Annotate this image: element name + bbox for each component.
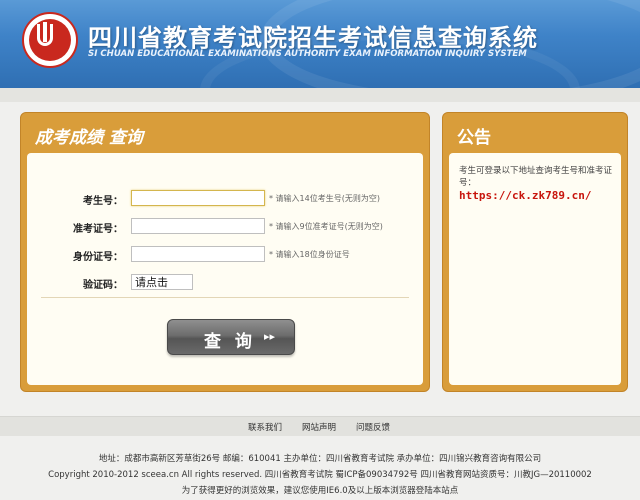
captcha-field[interactable]: 请点击 (131, 274, 193, 290)
footer-link-contact[interactable]: 联系我们 (248, 421, 282, 433)
site-subtitle: SI CHUAN EDUCATIONAL EXAMINATIONS AUTHOR… (88, 49, 527, 59)
footer-address: 地址：成都市高新区芳草街26号 邮编：610041 主办单位：四川省教育考试院 … (98, 454, 542, 464)
footer-link-statement[interactable]: 网站声明 (302, 421, 336, 433)
query-submit-button[interactable]: 查 询 ▸▸ (167, 319, 295, 355)
candidate-number-label: 考生号： (83, 196, 123, 207)
header-divider-strip (0, 88, 640, 102)
captcha-row: 验证码： 请点击 (27, 273, 423, 293)
admission-ticket-hint: * 请输入9位准考证号(无则为空) (269, 222, 383, 231)
id-number-row: 身份证号： * 请输入18位身份证号 (27, 245, 423, 265)
site-title: 四川省教育考试院招生考试信息查询系统 (88, 24, 538, 52)
footer-browser-note: 为了获得更好的浏览效果，建议您使用IE6.0及以上版本浏览器登陆本站点 (181, 486, 459, 496)
notice-panel: 公告 考生可登录以下地址查询考生号和准考证号： https://ck.zk789… (442, 112, 628, 392)
footer-link-feedback[interactable]: 问题反馈 (356, 421, 390, 433)
notice-text: 考生可登录以下地址查询考生号和准考证号： (459, 166, 613, 188)
site-header: 四川省教育考试院招生考试信息查询系统 SI CHUAN EDUCATIONAL … (0, 0, 640, 88)
double-chevron-right-icon: ▸▸ (264, 330, 276, 343)
query-form: 考生号： * 请输入14位考生号(无则为空) 准考证号： * 请输入9位准考证号… (27, 153, 423, 385)
form-divider (41, 297, 409, 298)
captcha-label: 验证码： (83, 280, 123, 291)
candidate-number-row: 考生号： * 请输入14位考生号(无则为空) (27, 189, 423, 209)
query-submit-label: 查 询 (204, 332, 256, 352)
institution-seal-logo (22, 12, 78, 68)
query-panel-title: 成考成绩 查询 (35, 128, 143, 148)
footer-nav: 联系我们 网站声明 问题反馈 (0, 416, 640, 436)
footer-copyright: Copyright 2010-2012 sceea.cn All rights … (48, 470, 592, 480)
notice-body: 考生可登录以下地址查询考生号和准考证号： https://ck.zk789.cn… (449, 153, 621, 385)
admission-ticket-input[interactable] (131, 218, 265, 234)
notice-panel-title: 公告 (457, 128, 491, 148)
admission-ticket-row: 准考证号： * 请输入9位准考证号(无则为空) (27, 217, 423, 237)
id-number-hint: * 请输入18位身份证号 (269, 250, 350, 259)
id-number-label: 身份证号： (73, 252, 123, 263)
notice-link[interactable]: https://ck.zk789.cn/ (459, 189, 591, 202)
admission-ticket-label: 准考证号： (73, 224, 123, 235)
id-number-input[interactable] (131, 246, 265, 262)
query-panel: 成考成绩 查询 考生号： * 请输入14位考生号(无则为空) 准考证号： * 请… (20, 112, 430, 392)
candidate-number-input[interactable] (131, 190, 265, 206)
candidate-number-hint: * 请输入14位考生号(无则为空) (269, 194, 380, 203)
